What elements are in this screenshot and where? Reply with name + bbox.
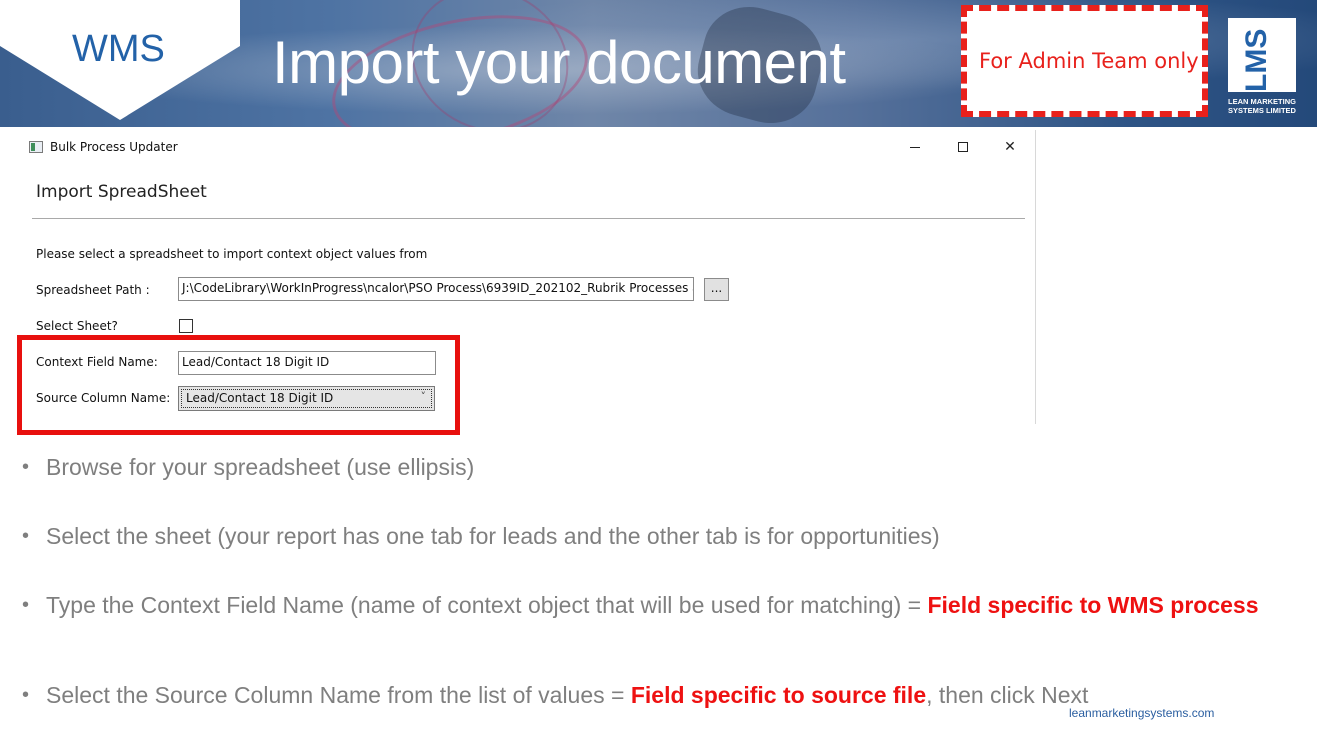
spreadsheet-path-label: Spreadsheet Path : <box>36 283 150 297</box>
select-sheet-checkbox[interactable] <box>179 319 193 333</box>
close-button[interactable]: ✕ <box>995 136 1025 158</box>
section-tab-label: WMS <box>72 28 165 70</box>
page-title: Import your document <box>272 29 846 96</box>
list-item: Type the Context Field Name (name of con… <box>22 592 1276 618</box>
logo-letters: LMS <box>1240 28 1273 92</box>
minimize-icon <box>910 147 920 148</box>
app-icon <box>29 141 43 153</box>
spreadsheet-path-input[interactable]: J:\CodeLibrary\WorkInProgress\ncalor\PSO… <box>178 277 694 301</box>
logo-text-line2: SYSTEMS LIMITED <box>1228 106 1296 115</box>
list-item-text: Type the Context Field Name (name of con… <box>46 592 928 618</box>
list-item: Browse for your spreadsheet (use ellipsi… <box>22 454 1276 480</box>
footer-url: leanmarketingsystems.com <box>1069 706 1215 720</box>
close-icon: ✕ <box>1004 139 1016 155</box>
browse-button[interactable]: ... <box>704 278 729 301</box>
heading-divider <box>32 218 1025 219</box>
maximize-button[interactable] <box>948 136 978 158</box>
list-item-text: Select the sheet (your report has one ta… <box>46 523 940 549</box>
admin-note: For Admin Team only <box>979 49 1199 73</box>
list-item-text-after: , then click Next <box>926 682 1089 708</box>
list-item: Select the Source Column Name from the l… <box>22 682 1276 708</box>
fields-highlight-box <box>17 335 460 435</box>
dialog-heading: Import SpreadSheet <box>36 182 207 202</box>
maximize-icon <box>958 142 968 152</box>
logo-text-line1: LEAN MARKETING <box>1228 97 1296 106</box>
list-item-text: Browse for your spreadsheet (use ellipsi… <box>46 454 475 480</box>
instruction-text: Please select a spreadsheet to import co… <box>36 247 428 261</box>
company-logo: LMS LEAN MARKETING SYSTEMS LIMITED <box>1223 18 1301 118</box>
window-title: Bulk Process Updater <box>50 140 178 154</box>
list-item-highlight: Field specific to source file <box>630 682 927 708</box>
select-sheet-label: Select Sheet? <box>36 319 118 333</box>
list-item-text: Select the Source Column Name from the l… <box>46 682 631 708</box>
minimize-button[interactable] <box>900 136 930 158</box>
list-item-highlight: Field specific to WMS process <box>927 592 1259 618</box>
list-item: Select the sheet (your report has one ta… <box>22 523 1276 549</box>
